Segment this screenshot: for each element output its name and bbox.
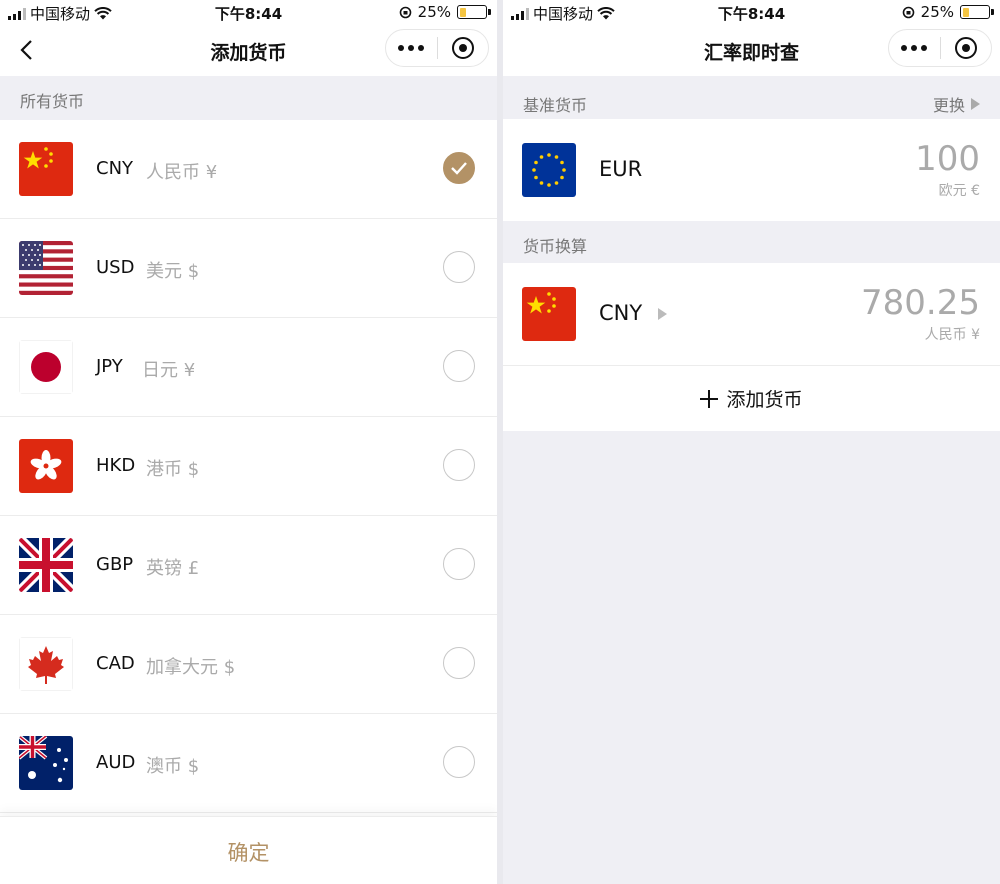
nav-bar: 添加货币 [0,26,497,76]
more-icon[interactable] [386,45,437,51]
hong-kong-flag-icon [19,439,73,493]
play-arrow-icon [971,98,980,110]
currency-code: HKD [96,455,136,476]
more-icon[interactable] [889,45,940,51]
radio-button[interactable] [443,251,475,283]
currency-name: 澳币 $ [146,756,200,777]
currency-list: CNY 人民币 ¥ USD 美元 $ JPY 日元 ¥ HKD 港币 $ GBP… [0,120,497,813]
currency-code: AUD [96,752,136,773]
battery-icon [960,5,994,19]
orientation-lock-icon [399,6,411,18]
base-currency-code: EUR [599,157,643,181]
radio-button[interactable] [443,647,475,679]
orientation-lock-icon [902,6,914,18]
close-program-icon[interactable] [437,37,488,59]
converted-currency-subtitle: 人民币 ¥ [924,327,980,343]
nav-bar: 汇率即时查 [503,26,1000,76]
eu-flag-icon [522,143,576,197]
currency-name: 美元 $ [146,261,200,282]
close-program-icon[interactable] [940,37,991,59]
currency-code: CNY [96,158,134,179]
currency-name: 加拿大元 $ [146,657,236,678]
japan-flag-icon [19,340,73,394]
section-title-base-currency: 基准货币 [523,96,588,115]
radio-button[interactable] [443,350,475,382]
china-flag-icon [522,287,576,341]
base-amount[interactable]: 100 [915,139,980,179]
status-bar: 中国移动 下午8:44 25% [503,0,1000,26]
currency-row-cny[interactable]: CNY 人民币 ¥ [0,120,497,219]
currency-name: 日元 ¥ [142,360,196,381]
converted-currency-code: CNY [599,301,643,325]
currency-row-jpy[interactable]: JPY 日元 ¥ [0,318,497,417]
currency-row-cad[interactable]: CAD 加拿大元 $ [0,615,497,714]
converted-amount: 780.25 [861,283,980,323]
currency-row-aud[interactable]: AUD 澳币 $ [0,714,497,813]
currency-row-gbp[interactable]: GBP 英镑 £ [0,516,497,615]
add-currency-screen: 中国移动 下午8:44 25% 添加货币 所有货币 CNY 人民币 ¥ USD … [0,0,497,884]
battery-icon [457,5,491,19]
currency-name: 英镑 £ [146,558,200,579]
selected-check-icon[interactable] [443,152,475,184]
usa-flag-icon [19,241,73,295]
currency-code: GBP [96,554,134,575]
currency-code: CAD [96,653,135,674]
uk-flag-icon [19,538,73,592]
china-flag-icon [19,142,73,196]
plus-icon [700,389,719,408]
change-label: 更换 [932,96,965,115]
base-currency-subtitle: 欧元 € [938,183,980,199]
exchange-rate-screen: 中国移动 下午8:44 25% 汇率即时查 基准货币 更换 EUR 100 欧元… [503,0,1000,884]
mini-program-capsule [888,29,992,67]
section-title-all-currencies: 所有货币 [0,76,497,120]
section-title-conversion: 货币换算 [523,237,588,256]
currency-code: JPY [96,356,123,377]
confirm-button[interactable]: 确定 [0,816,497,884]
currency-row-usd[interactable]: USD 美元 $ [0,219,497,318]
change-base-button[interactable]: 更换 [933,92,980,116]
mini-program-capsule [385,29,489,67]
radio-button[interactable] [443,548,475,580]
play-arrow-icon[interactable] [658,308,667,320]
add-currency-button[interactable]: 添加货币 [503,365,1000,431]
australia-flag-icon [19,736,73,790]
radio-button[interactable] [443,746,475,778]
currency-row-hkd[interactable]: HKD 港币 $ [0,417,497,516]
radio-button[interactable] [443,449,475,481]
battery-percent: 25% [920,3,954,21]
currency-code: USD [96,257,135,278]
currency-name: 人民币 ¥ [146,162,218,183]
canada-flag-icon [19,637,73,691]
add-currency-label: 添加货币 [726,389,803,411]
base-currency-card[interactable]: EUR 100 欧元 € [503,119,1000,221]
currency-name: 港币 $ [146,459,200,480]
battery-percent: 25% [417,3,451,21]
converted-currency-card[interactable]: CNY 780.25 人民币 ¥ [503,263,1000,365]
status-bar: 中国移动 下午8:44 25% [0,0,497,26]
